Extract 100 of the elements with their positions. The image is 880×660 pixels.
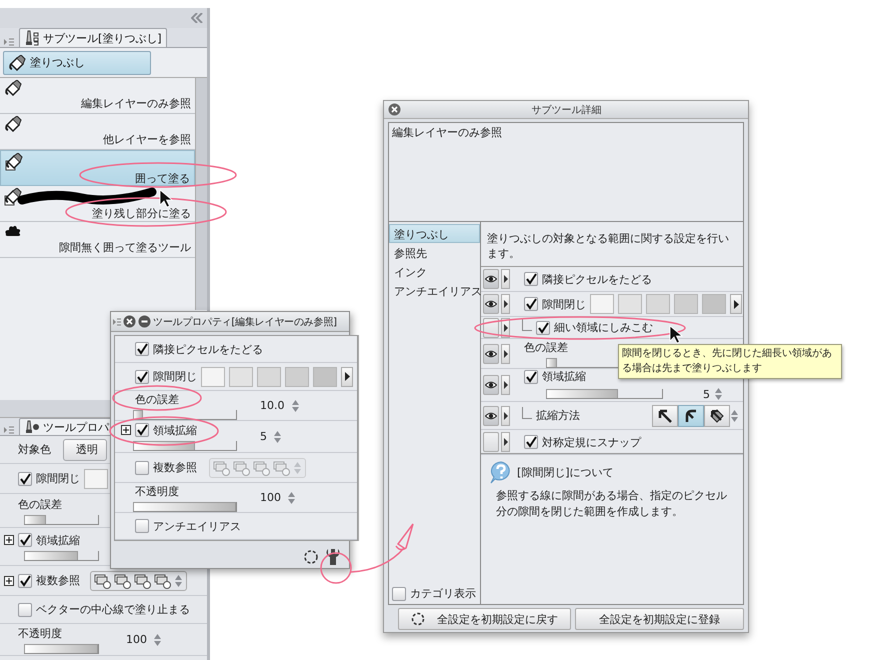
checkbox-label: 細い領域にしみこむ xyxy=(554,320,653,335)
visibility-toggle[interactable] xyxy=(483,269,499,289)
checkbox[interactable] xyxy=(524,370,538,384)
slider[interactable] xyxy=(546,389,663,399)
field-label: 色の誤差 xyxy=(18,496,62,512)
triangle-right-icon xyxy=(504,350,508,358)
checkbox[interactable] xyxy=(18,574,32,588)
spinner-icon[interactable] xyxy=(174,574,183,588)
palette-menu-icon[interactable] xyxy=(3,37,15,47)
paint-bucket-icon xyxy=(4,80,22,96)
register-defaults-button[interactable]: 全設定を初期設定に登録 xyxy=(574,608,744,630)
checkbox[interactable] xyxy=(18,472,32,486)
expand-arrow-button[interactable] xyxy=(501,344,510,364)
subtool-item[interactable]: 編集レイヤーのみ参照 xyxy=(0,78,195,114)
gap-size-swatch[interactable] xyxy=(646,294,670,314)
layer-hand-icon[interactable] xyxy=(94,572,112,588)
gap-size-swatch[interactable] xyxy=(590,294,614,314)
checkbox-label: アンチエイリアス xyxy=(153,518,241,534)
visibility-toggle[interactable] xyxy=(483,432,499,452)
category-item[interactable]: 参照先 xyxy=(389,243,480,262)
arrow-button[interactable] xyxy=(730,294,742,314)
category-item[interactable]: インク xyxy=(389,262,480,281)
collapse-chevrons-icon[interactable] xyxy=(191,13,203,23)
close-icon[interactable] xyxy=(388,103,401,116)
category-item[interactable]: 塗りつぶし xyxy=(389,224,480,243)
visibility-toggle[interactable] xyxy=(483,344,499,364)
spinner-icon[interactable] xyxy=(714,387,723,401)
checkbox[interactable] xyxy=(135,342,149,356)
visibility-toggle[interactable] xyxy=(483,375,499,395)
gap-size-swatch[interactable] xyxy=(84,468,108,488)
expand-arrow-button[interactable] xyxy=(501,406,510,426)
spinner-icon[interactable] xyxy=(153,632,162,646)
checkbox[interactable] xyxy=(524,272,538,286)
tool-group-button[interactable]: 塗りつぶし xyxy=(3,50,151,74)
subtool-item[interactable]: 塗り残し部分に塗る xyxy=(0,186,195,222)
expand-arrow-button[interactable] xyxy=(501,269,510,289)
checkbox[interactable] xyxy=(135,519,149,533)
checkbox[interactable] xyxy=(524,297,538,311)
subtool-item[interactable]: 囲って塗る xyxy=(0,150,195,186)
gap-size-swatch[interactable] xyxy=(674,294,698,314)
expand-arrow-button[interactable] xyxy=(501,294,510,314)
checkbox[interactable] xyxy=(18,602,32,616)
expand-plus-icon[interactable] xyxy=(121,425,131,435)
eye-icon xyxy=(485,300,497,308)
layer-hand-icon[interactable] xyxy=(114,572,132,588)
spinner-icon[interactable] xyxy=(290,398,300,412)
gap-size-swatch[interactable] xyxy=(285,366,309,386)
spinner-icon[interactable] xyxy=(273,430,282,444)
gap-size-swatch[interactable] xyxy=(201,366,225,386)
gap-size-swatch[interactable] xyxy=(257,366,281,386)
checkbox[interactable] xyxy=(536,320,550,334)
expand-method-button[interactable] xyxy=(678,404,704,426)
category-item[interactable]: アンチエイリアス xyxy=(389,281,480,300)
expand-plus-icon[interactable] xyxy=(4,576,14,586)
reset-defaults-button[interactable]: 全設定を初期設定に戻す xyxy=(398,608,571,630)
palette-menu-icon[interactable] xyxy=(3,425,15,435)
scrollbar[interactable] xyxy=(358,335,359,541)
gap-size-swatch[interactable] xyxy=(229,366,253,386)
expand-arrow-button[interactable] xyxy=(501,432,510,452)
help-icon[interactable] xyxy=(489,460,513,484)
expand-arrow-button[interactable] xyxy=(501,375,510,395)
scrollbar[interactable] xyxy=(195,78,207,310)
checkbox[interactable] xyxy=(392,586,406,600)
visibility-toggle[interactable] xyxy=(483,294,499,314)
expand-method-button[interactable] xyxy=(704,404,730,426)
numeric-value: 100 xyxy=(126,633,147,646)
slider[interactable] xyxy=(133,410,237,420)
palette-menu-icon[interactable] xyxy=(113,316,121,326)
target-color-button[interactable]: 透明 xyxy=(63,438,107,460)
gap-size-swatch[interactable] xyxy=(702,294,726,314)
checkbox[interactable] xyxy=(135,370,149,384)
layer-options-bar[interactable] xyxy=(90,570,187,590)
preset-name-field[interactable]: 編集レイヤーのみ参照 xyxy=(388,122,744,222)
reset-icon[interactable] xyxy=(303,549,319,565)
minimize-icon[interactable] xyxy=(138,315,151,328)
arrow-button[interactable] xyxy=(341,366,353,386)
checkbox-label: 複数参照 xyxy=(153,460,197,475)
checkbox[interactable] xyxy=(524,435,538,449)
gap-size-swatch[interactable] xyxy=(618,294,642,314)
palette-tab[interactable]: サブツール[塗りつぶし] xyxy=(19,28,167,47)
corner-arrow-icon xyxy=(709,408,725,424)
wrench-icon[interactable] xyxy=(325,548,341,566)
checkbox[interactable] xyxy=(135,423,149,437)
slider[interactable] xyxy=(24,550,99,560)
triangle-right-icon xyxy=(344,372,350,381)
numeric-value: 5 xyxy=(703,388,710,400)
close-icon[interactable] xyxy=(123,315,136,328)
spinner-icon[interactable] xyxy=(287,490,296,504)
checkbox[interactable] xyxy=(18,533,32,547)
visibility-toggle[interactable] xyxy=(483,406,499,426)
gap-size-swatch[interactable] xyxy=(313,366,337,386)
tool-icon xyxy=(24,30,40,46)
slider[interactable] xyxy=(24,514,99,524)
layer-hand-icon[interactable] xyxy=(154,572,172,588)
numeric-value: 5 xyxy=(260,430,267,443)
checkbox[interactable] xyxy=(135,460,149,474)
expand-plus-icon[interactable] xyxy=(4,535,14,545)
slider[interactable] xyxy=(133,440,237,450)
layer-hand-icon[interactable] xyxy=(134,572,152,588)
expand-method-button[interactable] xyxy=(652,404,678,426)
